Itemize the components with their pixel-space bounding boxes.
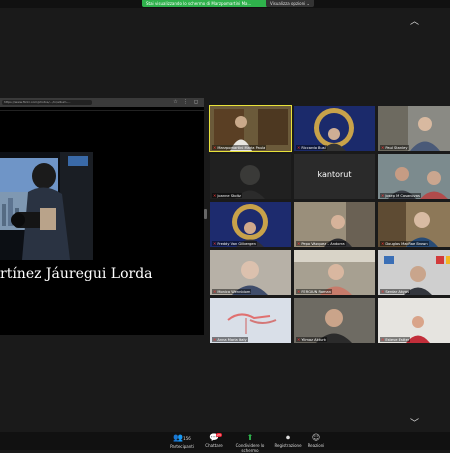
participant-tile[interactable]: ✕Monica Wennblom <box>210 250 291 295</box>
helicopter-photographer-image <box>0 152 93 260</box>
participant-name: ✕Yilmaz Akturk <box>296 337 327 342</box>
participant-tile[interactable]: ✕Serdar Akyav <box>378 250 450 295</box>
participant-name: ✕Paul Stanley <box>380 145 409 150</box>
mic-muted-icon: ✕ <box>213 145 217 150</box>
shared-screen: https://www.flickr.com/photos/.../in/alb… <box>0 98 204 335</box>
mic-muted-icon: ✕ <box>213 193 217 198</box>
chevron-down-icon[interactable]: ﹀ <box>410 420 419 429</box>
participant-name: ✕Douglas MacRae Brown <box>380 241 429 246</box>
participant-tile[interactable]: ✕Joanne Stoltz <box>210 154 291 199</box>
participant-tile[interactable]: ✕FERGIUN Roman <box>294 250 375 295</box>
participant-name: ✕Esteve Estter <box>380 337 411 342</box>
participant-name: ✕Joanne Stoltz <box>212 193 242 198</box>
meeting-toolbar: 👥156 Partecipanti 💬 23 Chattare ⬆ Condiv… <box>0 432 450 453</box>
participant-tile[interactable]: ✕Paul Stanley <box>378 106 450 151</box>
participant-name: ✕Marzpomartini Maria Paula <box>212 145 267 150</box>
participant-name: ✕Freddy Van Gilbergen <box>212 241 257 246</box>
participant-tile[interactable]: ✕Riccardo Busi <box>294 106 375 151</box>
participant-name: ✕Anna Maria Italy <box>212 337 248 342</box>
participant-tile[interactable]: ✕Marzpomartini Maria Paula <box>209 105 292 152</box>
participant-tile[interactable]: ✕Josep M Casanovas <box>378 154 450 199</box>
participant-name: ✕Josep M Casanovas <box>380 193 421 198</box>
participant-name: ✕Serdar Akyav <box>380 289 411 294</box>
participant-tile[interactable]: ✕Anna Maria Italy <box>210 298 291 343</box>
participant-name-centered: kantorut <box>317 170 352 179</box>
participant-tile[interactable]: ✕Freddy Van Gilbergen <box>210 202 291 247</box>
browser-toolbar-icons: ☆ ⋮ ◻ <box>173 99 200 105</box>
slide-title: rtínez Jáuregui Lorda <box>0 266 153 282</box>
participant-tile[interactable]: ✕Yilmaz Akturk <box>294 298 375 343</box>
reactions-icon: ☺ <box>311 433 321 442</box>
chat-unread-badge: 23 <box>216 433 222 437</box>
participant-tile[interactable]: kantorut <box>294 154 375 199</box>
participant-tile[interactable]: ✕Douglas MacRae Brown <box>378 202 450 247</box>
browser-url: https://www.flickr.com/photos/.../in/alb… <box>2 100 92 105</box>
mic-muted-icon: ✕ <box>297 241 301 246</box>
chevron-up-icon[interactable]: ︿ <box>410 18 419 27</box>
reactions-button[interactable]: ☺ Reazioni <box>294 433 338 448</box>
mic-muted-icon: ✕ <box>213 241 217 246</box>
mic-muted-icon: ✕ <box>213 289 217 294</box>
mic-muted-icon: ✕ <box>297 145 301 150</box>
mic-muted-icon: ✕ <box>381 241 385 246</box>
slide-photo <box>0 152 93 260</box>
mic-muted-icon: ✕ <box>297 289 301 294</box>
mic-muted-icon: ✕ <box>381 145 385 150</box>
mic-muted-icon: ✕ <box>381 193 385 198</box>
mic-muted-icon: ✕ <box>297 337 301 342</box>
participant-name: ✕Monica Wennblom <box>212 289 252 294</box>
participant-tile[interactable]: ✕Pepo Vázquez – Andorra <box>294 202 375 247</box>
participant-name: ✕FERGIUN Roman <box>296 289 333 294</box>
split-resize-handle[interactable] <box>204 209 207 219</box>
mic-muted-icon: ✕ <box>381 337 385 342</box>
browser-url-bar: https://www.flickr.com/photos/.../in/alb… <box>0 98 204 107</box>
mic-muted-icon: ✕ <box>213 337 217 342</box>
participant-name: ✕Pepo Vázquez – Andorra <box>296 241 346 246</box>
screen-share-banner: Stai visualizzando lo schermo di Marzpom… <box>142 0 268 7</box>
participant-tile[interactable]: ✕Esteve Estter <box>378 298 450 343</box>
mic-muted-icon: ✕ <box>381 289 385 294</box>
participant-name: ✕Riccardo Busi <box>296 145 327 150</box>
view-options-button[interactable]: Visualizza opzioni ⌄ <box>266 0 314 7</box>
slide-divider <box>0 110 204 111</box>
